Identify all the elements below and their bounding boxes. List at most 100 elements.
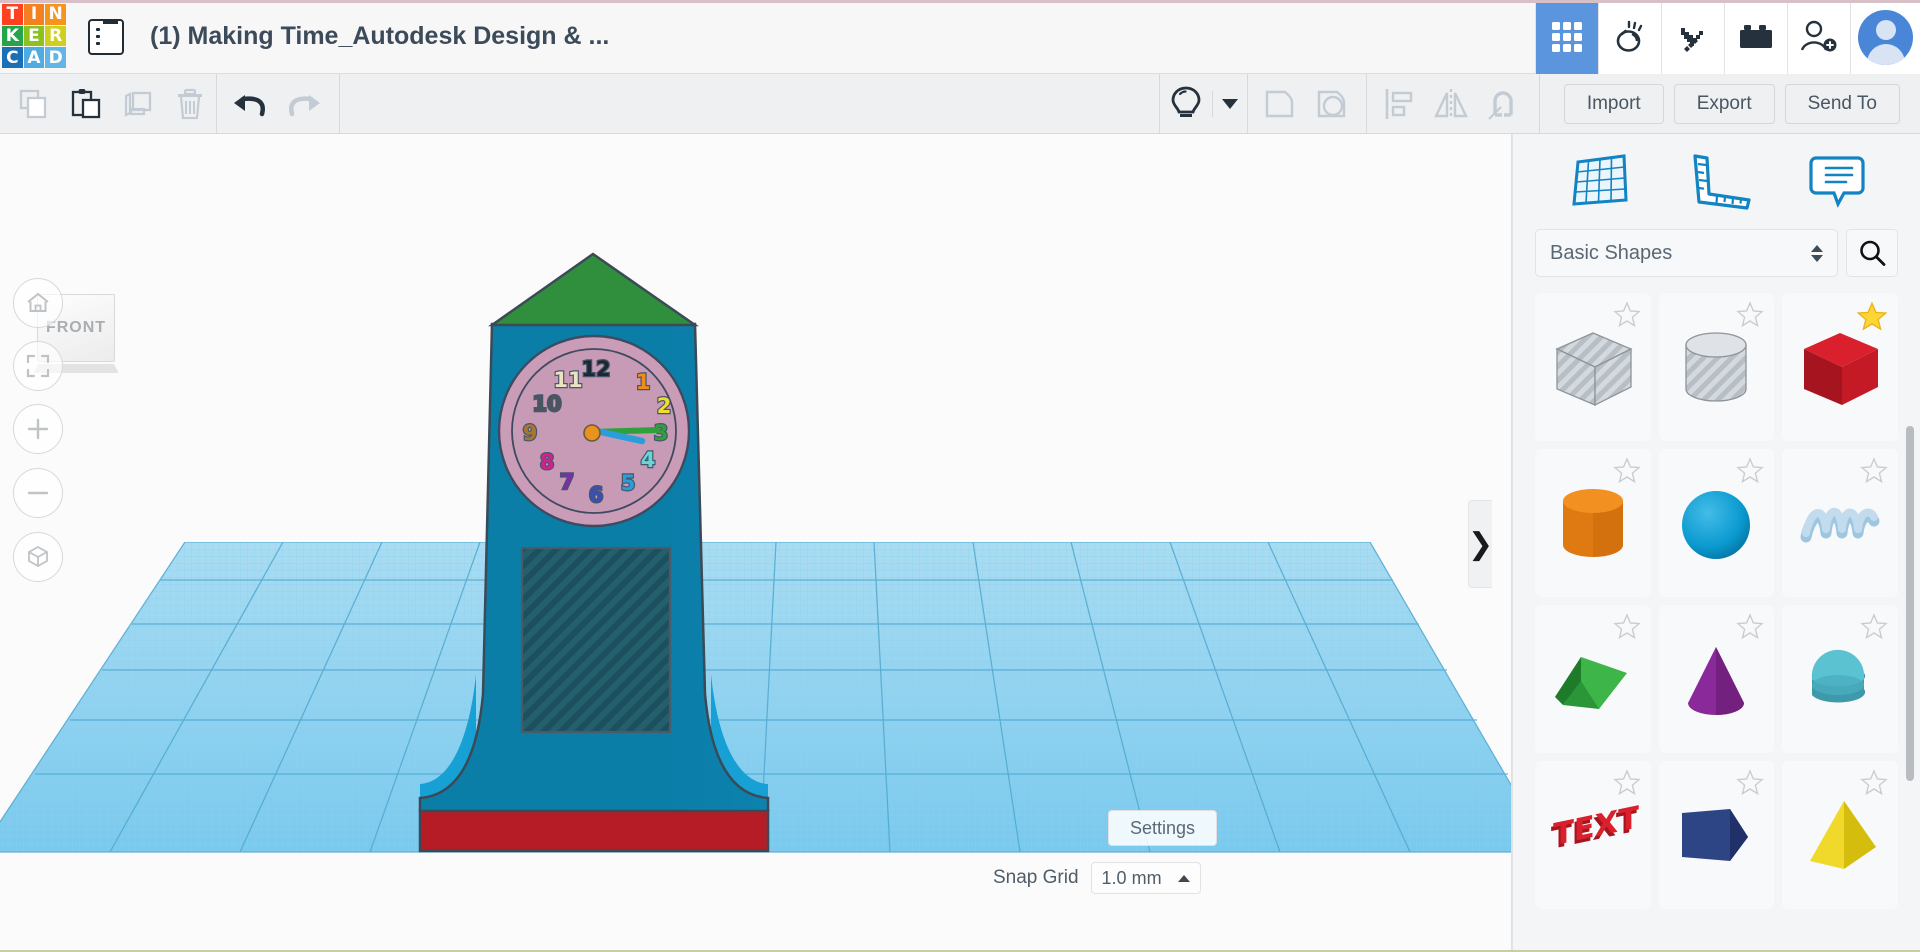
workplane-icon[interactable] (1568, 152, 1630, 215)
ungroup-icon[interactable] (1306, 80, 1358, 128)
project-menu-icon[interactable] (88, 19, 124, 55)
toolbar-actions: Import Export Send To (1563, 83, 1920, 124)
ruler-icon[interactable] (1687, 152, 1751, 215)
numeral-1: 1 (636, 370, 651, 394)
star-outline-icon[interactable] (1736, 613, 1765, 641)
shape-scribble[interactable] (1782, 449, 1898, 597)
logo-tile-r: R (45, 25, 66, 47)
toolbar-divider-2 (339, 73, 340, 134)
mirror-icon[interactable] (1425, 80, 1477, 128)
shape-cylinder[interactable] (1535, 449, 1651, 597)
export-button[interactable]: Export (1673, 83, 1775, 124)
group-icon-glyph (1265, 90, 1294, 117)
numeral-12: 12 (581, 357, 610, 381)
add-user-icon-glyph (1800, 20, 1837, 52)
shape-tube[interactable] (1782, 605, 1898, 753)
settings-button[interactable]: Settings (1108, 810, 1217, 846)
delete-icon-glyph (178, 88, 202, 119)
paste-icon[interactable] (60, 80, 112, 128)
snap-grid-select[interactable]: 1.0 mm (1090, 862, 1201, 894)
star-outline-icon[interactable] (1860, 769, 1888, 797)
panel-collapse-handle[interactable]: ❯ (1468, 500, 1493, 588)
align-icon[interactable] (1373, 80, 1425, 128)
add-user-icon[interactable] (1787, 0, 1850, 74)
shape-text[interactable]: TEXT TEXT (1535, 761, 1651, 909)
avatar-cell[interactable] (1850, 0, 1920, 74)
numeral-11: 11 (553, 368, 582, 392)
star-outline-icon[interactable] (1860, 613, 1888, 641)
cylinder-hole-figure (1685, 332, 1748, 402)
search-button[interactable] (1846, 229, 1898, 277)
chevron-down-icon[interactable] (1213, 80, 1247, 128)
star-filled-icon[interactable] (1856, 301, 1888, 333)
redo-icon-glyph (289, 94, 320, 116)
numeral-8: 8 (540, 450, 555, 474)
toolbar-divider-5 (1365, 73, 1367, 134)
avatar[interactable] (1858, 9, 1913, 65)
import-button[interactable]: Import (1563, 83, 1664, 124)
pyramid-figure (1810, 801, 1877, 869)
numeral-6: 6 (589, 483, 604, 507)
pickaxe-icon[interactable] (1661, 0, 1724, 74)
toolbar-divider-6 (1538, 73, 1540, 134)
panel-scrollbar[interactable] (1906, 426, 1914, 781)
star-outline-icon[interactable] (1612, 613, 1641, 641)
zoom-out-button[interactable] (13, 468, 63, 518)
shape-sphere[interactable] (1658, 449, 1775, 597)
brick-icon[interactable] (1724, 0, 1787, 74)
shape-cylinder-hole[interactable] (1658, 293, 1775, 441)
star-outline-icon[interactable] (1736, 769, 1765, 797)
copy-icon-glyph (19, 89, 47, 118)
shape-roof[interactable] (1535, 605, 1651, 753)
notes-icon[interactable] (1808, 152, 1866, 215)
star-outline-icon[interactable] (1736, 301, 1765, 329)
duplicate-icon[interactable] (112, 80, 164, 128)
circuits-icon[interactable] (1598, 0, 1661, 74)
star-outline-icon[interactable] (1612, 301, 1641, 329)
shape-box-hole[interactable] (1535, 293, 1651, 441)
viewport-canvas[interactable]: 12 1 2 3 4 5 6 7 8 9 10 11 FRONT Setting… (0, 134, 1512, 952)
clock-tower-model[interactable]: 12 1 2 3 4 5 6 7 8 9 10 11 (0, 134, 1512, 952)
star-outline-icon[interactable] (1612, 457, 1641, 485)
lightbulb-icon[interactable] (1160, 80, 1212, 128)
zoom-in-button[interactable] (13, 404, 63, 454)
minus-icon (27, 491, 49, 495)
cube-perspective-icon (28, 545, 48, 568)
magnet-icon[interactable] (1477, 80, 1529, 128)
align-icon-glyph (1385, 88, 1413, 119)
shape-search-row: Basic Shapes (1513, 229, 1920, 277)
logo-tile-e: E (23, 25, 45, 47)
document-title: (1) Making Time_Autodesk Design & ... (150, 22, 610, 50)
copy-icon[interactable] (8, 80, 60, 128)
door (520, 546, 672, 734)
shape-polygon[interactable] (1658, 761, 1775, 909)
grid-icon[interactable] (1535, 0, 1598, 74)
undo-icon-glyph (234, 94, 265, 116)
send-to-button[interactable]: Send To (1784, 83, 1900, 124)
numeral-2: 2 (657, 394, 672, 418)
logo-tile-d: D (45, 47, 66, 68)
shape-category-select[interactable]: Basic Shapes (1535, 229, 1838, 277)
redo-icon[interactable] (277, 80, 329, 128)
magnet-icon-glyph (1488, 90, 1513, 120)
logo-tile-n: N (45, 4, 66, 25)
fit-view-button[interactable] (13, 341, 63, 391)
star-outline-icon[interactable] (1736, 457, 1765, 485)
numeral-7: 7 (560, 470, 575, 494)
shape-cone[interactable] (1658, 605, 1775, 753)
group-icon[interactable] (1254, 80, 1306, 128)
shape-pyramid[interactable] (1782, 761, 1898, 909)
chevron-up-icon (1177, 874, 1190, 882)
delete-icon[interactable] (164, 80, 216, 128)
sphere-figure (1682, 491, 1751, 559)
scribble-figure (1800, 507, 1880, 543)
shape-box[interactable] (1782, 293, 1898, 441)
logo-tile-i: I (23, 4, 45, 25)
ortho-perspective-button[interactable] (13, 532, 63, 582)
home-view-button[interactable] (13, 278, 63, 328)
star-outline-icon[interactable] (1860, 457, 1888, 485)
star-outline-icon[interactable] (1612, 769, 1641, 797)
undo-icon[interactable] (225, 80, 277, 128)
tinkercad-logo[interactable]: T I N K E R C A D (2, 4, 66, 68)
